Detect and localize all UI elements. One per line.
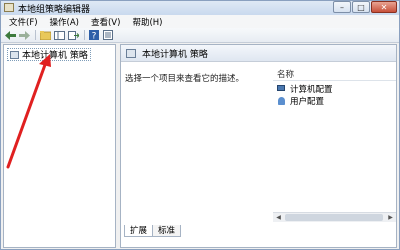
details-pane: 本地计算机 策略 选择一个项目来查看它的描述。 名称 计算机配置 用户配置 ◀ … (120, 44, 397, 248)
svg-text:?: ? (92, 32, 97, 41)
tab-extended[interactable]: 扩展 (124, 225, 154, 237)
folder-icon[interactable] (39, 30, 51, 41)
export-list-icon[interactable] (67, 30, 79, 41)
annotation-arrow (6, 54, 51, 169)
close-button[interactable]: ✕ (371, 1, 397, 13)
scroll-right-icon[interactable]: ▶ (386, 213, 395, 222)
window-controls: – □ ✕ (333, 1, 397, 15)
details-title: 本地计算机 策略 (142, 49, 208, 60)
menu-action[interactable]: 操作(A) (50, 16, 79, 28)
user-config-icon (277, 96, 287, 105)
forward-arrow-icon[interactable] (18, 30, 30, 41)
list-item-label: 用户配置 (290, 96, 325, 107)
title-bar[interactable]: 本地组策略编辑器 – □ ✕ (1, 1, 399, 15)
maximize-button[interactable]: □ (352, 1, 370, 13)
policy-icon (126, 48, 136, 58)
policy-editor-icon (4, 3, 14, 12)
tab-standard[interactable]: 标准 (152, 225, 182, 237)
details-header: 本地计算机 策略 (121, 45, 396, 62)
column-header-name[interactable]: 名称 (273, 69, 396, 81)
help-icon[interactable]: ? (88, 30, 100, 41)
window-title: 本地组策略编辑器 (18, 5, 91, 15)
scroll-left-icon[interactable]: ◀ (274, 213, 283, 222)
items-list[interactable]: 名称 计算机配置 用户配置 (273, 69, 396, 217)
menu-file[interactable]: 文件(F) (9, 16, 38, 28)
app-window: 本地组策略编辑器 – □ ✕ 文件(F) 操作(A) 查看(V) 帮助(H) ?… (0, 0, 400, 250)
horizontal-scrollbar[interactable]: ◀ ▶ (273, 212, 396, 222)
back-arrow-icon[interactable] (4, 30, 16, 41)
toolbar: ? (1, 28, 399, 43)
computer-config-icon (277, 84, 287, 93)
list-item-label: 计算机配置 (290, 84, 333, 95)
toolbar-separator (35, 30, 36, 40)
scroll-thumb[interactable] (285, 214, 383, 221)
tree-pane[interactable]: 本地计算机 策略 (3, 44, 116, 248)
menu-help[interactable]: 帮助(H) (132, 16, 162, 28)
menu-view[interactable]: 查看(V) (91, 16, 120, 28)
toolbar-separator (84, 30, 85, 40)
properties-icon[interactable] (102, 30, 114, 41)
menu-bar: 文件(F) 操作(A) 查看(V) 帮助(H) (1, 15, 399, 28)
view-tabs: 扩展 标准 (121, 225, 396, 238)
description-text: 选择一个项目来查看它的描述。 (125, 74, 245, 84)
show-hide-tree-icon[interactable] (53, 30, 65, 41)
minimize-button[interactable]: – (333, 1, 351, 13)
list-item-computer-config[interactable]: 计算机配置 (277, 83, 333, 95)
list-item-user-config[interactable]: 用户配置 (277, 95, 325, 107)
